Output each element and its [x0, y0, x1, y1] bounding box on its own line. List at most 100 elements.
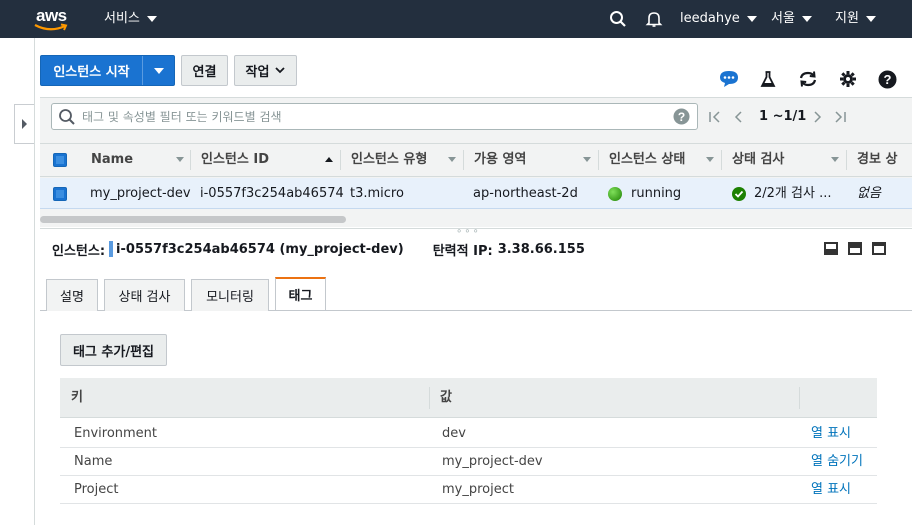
- chevron-down-icon: [146, 15, 157, 22]
- launch-instance-dropdown[interactable]: [142, 56, 174, 85]
- help-icon[interactable]: ?: [876, 68, 898, 90]
- column-header-instance-id[interactable]: 인스턴스 ID: [201, 143, 269, 177]
- svg-text:?: ?: [678, 110, 685, 124]
- tab-tags[interactable]: 태그: [275, 277, 326, 310]
- services-menu[interactable]: 서비스: [104, 0, 157, 38]
- column-divider[interactable]: [463, 150, 464, 170]
- search-icon[interactable]: [609, 0, 627, 38]
- column-header-alarm-status[interactable]: 경보 상: [857, 143, 897, 177]
- hide-column-link[interactable]: 열 숨기기: [811, 448, 863, 476]
- sort-icon[interactable]: [176, 157, 184, 162]
- column-header-status-check[interactable]: 상태 검사: [732, 143, 784, 177]
- services-menu-label: 서비스: [104, 11, 140, 26]
- tag-value: dev: [442, 426, 466, 441]
- search-input[interactable]: [80, 104, 660, 129]
- column-divider[interactable]: [846, 150, 847, 170]
- svg-text:?: ?: [883, 72, 891, 87]
- chevron-left-icon: [734, 110, 742, 123]
- sort-icon[interactable]: [706, 157, 714, 162]
- horizontal-scrollbar[interactable]: [40, 216, 346, 223]
- flask-icon[interactable]: [757, 68, 779, 90]
- top-navigation-bar: aws 서비스 leedahye 서울 지원: [0, 0, 912, 38]
- launch-instance-button[interactable]: 인스턴스 시작: [40, 55, 175, 86]
- user-menu[interactable]: leedahye: [680, 0, 757, 38]
- first-page-icon: [709, 110, 720, 123]
- cell-instance-state: running: [631, 186, 682, 201]
- region-menu-label: 서울: [771, 11, 795, 26]
- column-header-instance-state[interactable]: 인스턴스 상태: [609, 143, 685, 177]
- sidebar-expand-button[interactable]: [14, 104, 34, 144]
- next-page-button[interactable]: [811, 104, 823, 129]
- user-menu-label: leedahye: [680, 11, 740, 26]
- tags-column-key: 키: [71, 390, 83, 405]
- refresh-icon[interactable]: [797, 68, 819, 90]
- check-circle-icon: [732, 187, 746, 201]
- show-column-link[interactable]: 열 표시: [811, 420, 851, 448]
- instance-color-marker: [109, 241, 114, 257]
- row-checkbox[interactable]: [53, 187, 67, 201]
- column-header-name[interactable]: Name: [91, 143, 133, 177]
- support-menu-label: 지원: [835, 11, 859, 26]
- aws-smile-icon: [34, 23, 68, 31]
- help-icon[interactable]: ?: [673, 108, 690, 125]
- column-divider: [429, 387, 430, 409]
- chevron-down-icon: [801, 15, 812, 22]
- column-divider[interactable]: [340, 150, 341, 170]
- tag-key: Environment: [74, 426, 158, 441]
- tags-table-header: [60, 378, 877, 418]
- chevron-down-icon: [153, 67, 164, 74]
- chevron-right-icon: [21, 119, 27, 129]
- select-all-checkbox[interactable]: [53, 153, 67, 167]
- column-divider[interactable]: [721, 150, 722, 170]
- connect-button[interactable]: 연결: [181, 55, 228, 86]
- layout-full-icon[interactable]: [872, 242, 886, 255]
- bell-icon[interactable]: [645, 0, 663, 38]
- support-menu[interactable]: 지원: [835, 0, 876, 38]
- tag-value: my_project: [442, 482, 514, 497]
- layout-bottom-icon[interactable]: [824, 242, 838, 255]
- prev-page-button[interactable]: [733, 104, 745, 129]
- sidebar-divider: [34, 38, 35, 525]
- instance-label: 인스턴스:: [52, 243, 106, 259]
- elastic-ip-value: 3.38.66.155: [497, 241, 585, 257]
- search-box[interactable]: ?: [51, 103, 698, 130]
- chevron-down-icon: [746, 15, 757, 22]
- actions-button[interactable]: 작업: [234, 55, 297, 86]
- feedback-chat-icon[interactable]: [718, 68, 740, 90]
- column-divider[interactable]: [598, 150, 599, 170]
- sort-icon[interactable]: [831, 157, 839, 162]
- page-indicator: 1 ~1/1: [759, 109, 807, 124]
- sort-icon[interactable]: [448, 157, 456, 162]
- column-header-instance-type[interactable]: 인스턴스 유형: [351, 143, 427, 177]
- instance-value: i-0557f3c254ab46574 (my_project-dev): [116, 241, 404, 257]
- last-page-button[interactable]: [833, 104, 847, 129]
- tab-status-checks[interactable]: 상태 검사: [104, 279, 185, 311]
- column-header-availability-zone[interactable]: 가용 영역: [474, 143, 526, 177]
- actions-button-label: 작업: [245, 65, 270, 80]
- tab-description[interactable]: 설명: [46, 279, 98, 311]
- gear-icon[interactable]: [837, 68, 859, 90]
- tags-column-value: 값: [440, 390, 452, 405]
- cell-status-check[interactable]: 2/2개 검사 ...: [754, 178, 831, 209]
- details-divider: [40, 228, 912, 229]
- aws-logo[interactable]: aws: [34, 4, 74, 34]
- tag-key: Project: [74, 482, 119, 497]
- elastic-ip-label: 탄력적 IP:: [432, 243, 493, 259]
- cell-instance-id: i-0557f3c254ab46574: [200, 186, 344, 201]
- tab-monitoring[interactable]: 모니터링: [191, 279, 269, 311]
- launch-instance-label: 인스턴스 시작: [53, 65, 130, 80]
- sort-icon[interactable]: [583, 157, 591, 162]
- column-divider[interactable]: [190, 150, 191, 170]
- row-divider: [60, 503, 877, 504]
- search-icon: [59, 109, 75, 125]
- chevron-right-icon: [814, 110, 822, 123]
- instance-details-header: 인스턴스: i-0557f3c254ab46574 (my_project-de…: [52, 240, 585, 259]
- show-column-link[interactable]: 열 표시: [811, 476, 851, 504]
- first-page-button[interactable]: [708, 104, 722, 129]
- region-menu[interactable]: 서울: [771, 0, 812, 38]
- add-edit-tags-button[interactable]: 태그 추가/편집: [60, 334, 167, 366]
- layout-split-icon[interactable]: [848, 242, 862, 255]
- sort-ascending-icon[interactable]: [325, 157, 333, 162]
- tag-value: my_project-dev: [442, 454, 543, 469]
- running-status-icon: [608, 187, 622, 201]
